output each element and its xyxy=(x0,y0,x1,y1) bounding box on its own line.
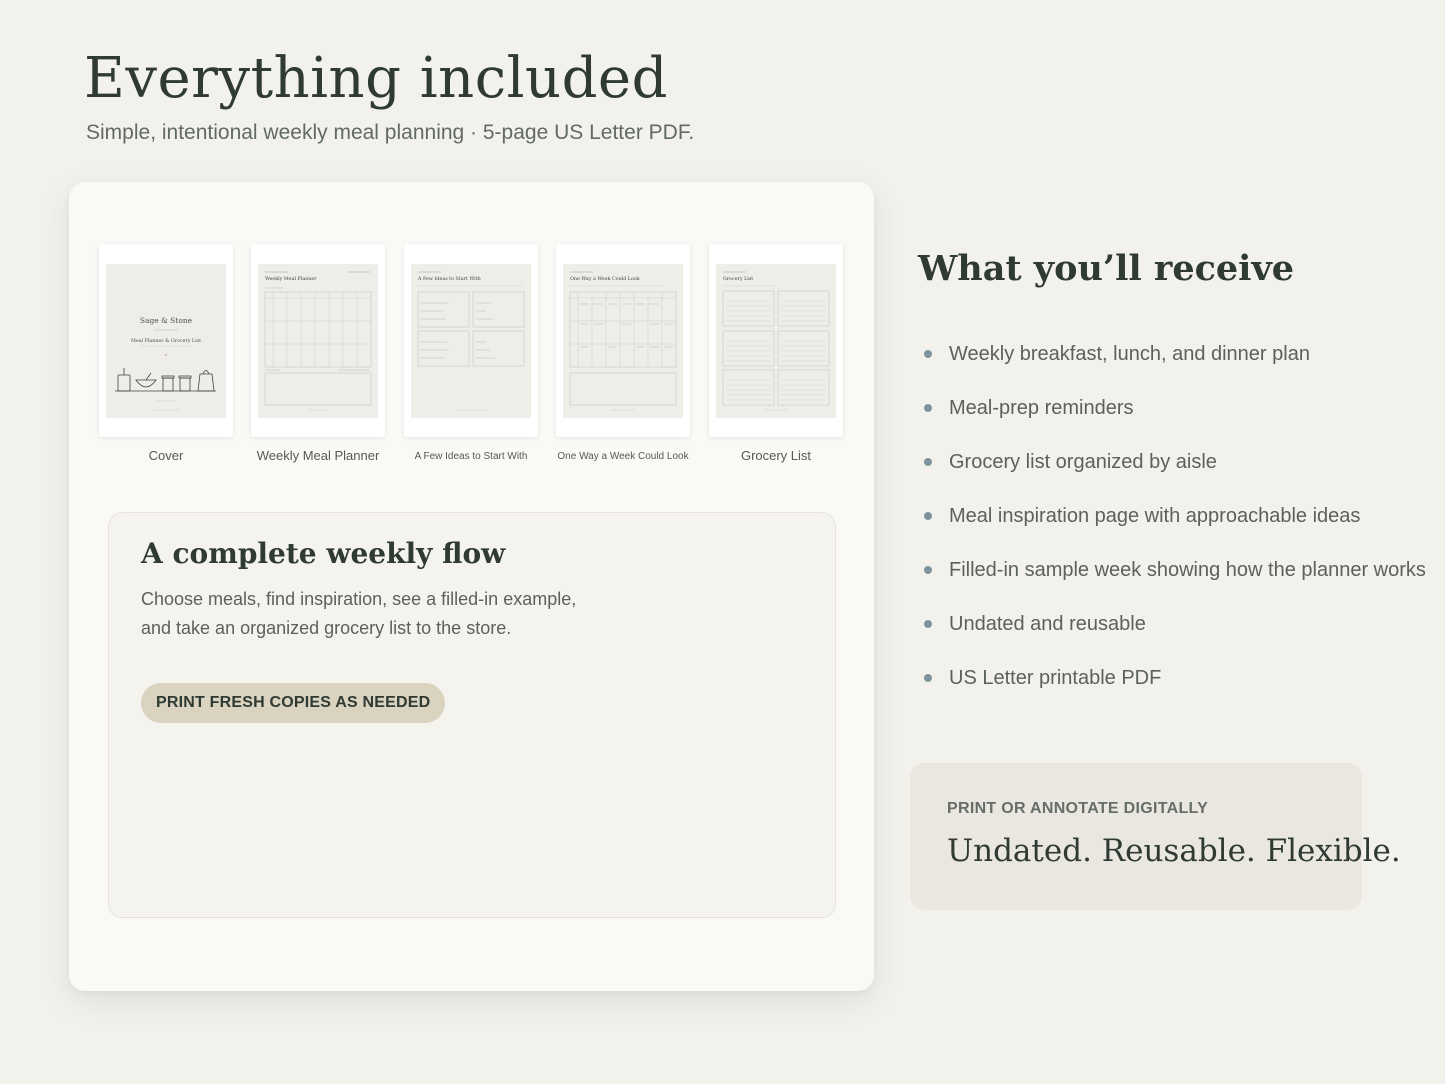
list-item-text: Meal-prep reminders xyxy=(949,397,1134,419)
thumbnail-label: Weekly Meal Planner xyxy=(256,448,380,463)
list-item-text: Weekly breakfast, lunch, and dinner plan xyxy=(949,343,1310,365)
list-item-text: Filled-in sample week showing how the pl… xyxy=(949,559,1426,581)
list-item-text: Undated and reusable xyxy=(949,613,1146,635)
bullet-icon xyxy=(924,512,932,520)
sample-week-heading: One Way a Week Could Look xyxy=(570,276,640,282)
list-item: Filled-in sample week showing how the pl… xyxy=(922,552,1426,606)
list-item: Undated and reusable xyxy=(922,606,1426,660)
thumbnail-paper: Grocery List xyxy=(709,244,843,437)
thumbnail-ideas-page: A Few Ideas to Start With xyxy=(411,264,531,418)
preview-card: Sage & Stone Meal Planner & Grocery List xyxy=(69,182,874,991)
flow-title: A complete weekly flow xyxy=(141,537,506,570)
bullet-icon xyxy=(924,404,932,412)
thumbnail-a-few-ideas[interactable]: A Few Ideas to Start With A Few Ideas to… xyxy=(404,244,538,462)
cover-illustration: Sage & Stone Meal Planner & Grocery List xyxy=(115,316,216,411)
list-item: US Letter printable PDF xyxy=(922,660,1426,714)
bullet-icon xyxy=(924,458,932,466)
thumbnail-cover[interactable]: Sage & Stone Meal Planner & Grocery List xyxy=(99,244,233,463)
thumbnail-paper: A Few Ideas to Start With xyxy=(404,244,538,437)
list-item: Grocery list organized by aisle xyxy=(922,444,1426,498)
page-title: Everything included xyxy=(84,46,668,111)
thumbnail-sample-week-page: One Way a Week Could Look xyxy=(563,264,683,418)
ideas-heading: A Few Ideas to Start With xyxy=(417,276,481,282)
page-thumbnails: Sage & Stone Meal Planner & Grocery List xyxy=(99,244,844,474)
flow-description-line: Choose meals, find inspiration, see a fi… xyxy=(141,589,577,609)
cover-title: Sage & Stone xyxy=(140,316,193,325)
callout-kicker: PRINT OR ANNOTATE DIGITALLY xyxy=(947,800,1209,817)
planner-grid-graphic: Weekly Meal Planner xyxy=(264,271,372,411)
list-item: Meal inspiration page with approachable … xyxy=(922,498,1426,552)
thumbnail-sample-week[interactable]: One Way a Week Could Look One Way a Week… xyxy=(556,244,690,462)
bullet-icon xyxy=(924,566,932,574)
thumbnail-paper: One Way a Week Could Look xyxy=(556,244,690,437)
list-item-text: Grocery list organized by aisle xyxy=(949,451,1217,473)
list-item: Weekly breakfast, lunch, and dinner plan xyxy=(922,336,1426,390)
bullet-icon xyxy=(924,620,932,628)
receive-title: What you’ll receive xyxy=(918,248,1295,289)
thumbnail-weekly-meal-planner[interactable]: Weekly Meal Planner Weekly Meal Planner xyxy=(251,244,385,463)
weekly-flow-panel: A complete weekly flow Choose meals, fin… xyxy=(108,512,836,918)
list-item-text: US Letter printable PDF xyxy=(949,667,1162,689)
bullet-icon xyxy=(924,674,932,682)
callout-headline: Undated. Reusable. Flexible. xyxy=(947,833,1401,869)
flow-description: Choose meals, find inspiration, see a fi… xyxy=(141,585,601,643)
thumbnail-planner-page: Weekly Meal Planner xyxy=(258,264,378,418)
thumbnail-paper: Weekly Meal Planner xyxy=(251,244,385,437)
print-copies-pill[interactable]: PRINT FRESH COPIES AS NEEDED xyxy=(141,683,446,723)
ideas-graphic: A Few Ideas to Start With xyxy=(417,271,525,411)
list-item-text: Meal inspiration page with approachable … xyxy=(949,505,1361,527)
grocery-heading: Grocery List xyxy=(723,276,753,282)
cover-subtitle: Meal Planner & Grocery List xyxy=(131,338,201,344)
bullet-icon xyxy=(924,350,932,358)
kitchen-items-icon xyxy=(115,368,216,392)
sample-week-graphic: One Way a Week Could Look xyxy=(569,271,677,411)
flow-description-line: and take an organized grocery list to th… xyxy=(141,618,512,638)
thumbnail-label: A Few Ideas to Start With xyxy=(414,451,528,462)
receive-list: Weekly breakfast, lunch, and dinner plan… xyxy=(922,336,1426,714)
print-annotate-callout: PRINT OR ANNOTATE DIGITALLY Undated. Reu… xyxy=(910,763,1401,910)
thumbnail-paper: Sage & Stone Meal Planner & Grocery List xyxy=(99,244,233,437)
thumbnail-grocery-page: Grocery List xyxy=(716,264,836,418)
thumbnail-label: One Way a Week Could Look xyxy=(557,451,689,462)
planner-heading: Weekly Meal Planner xyxy=(265,276,317,282)
page-subtitle: Simple, intentional weekly meal planning… xyxy=(86,121,695,144)
thumbnail-grocery-list[interactable]: Grocery List Grocery List xyxy=(709,244,843,463)
thumbnail-cover-page: Sage & Stone Meal Planner & Grocery List xyxy=(106,264,226,418)
list-item: Meal-prep reminders xyxy=(922,390,1426,444)
thumbnail-label: Grocery List xyxy=(740,448,812,463)
grocery-graphic: Grocery List xyxy=(722,271,830,411)
thumbnail-label: Cover xyxy=(148,448,184,463)
